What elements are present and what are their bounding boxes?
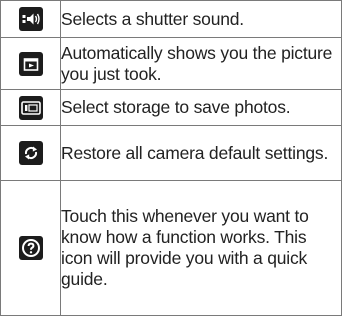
- settings-row-description: Automatically shows you the picture you …: [60, 37, 342, 90]
- settings-row-description: Select storage to save photos.: [60, 89, 342, 126]
- camera-settings-table: Selects a shutter sound. Automatically s…: [0, 0, 342, 316]
- shutter-sound-icon: [18, 7, 43, 31]
- reset-icon: [18, 141, 43, 165]
- settings-row-description: Touch this whenever you want to know how…: [60, 180, 342, 316]
- settings-row-storage: Select storage to save photos.: [0, 89, 342, 126]
- help-guide-icon: [18, 236, 43, 260]
- settings-row-shutter-sound: Selects a shutter sound.: [0, 0, 342, 38]
- auto-review-icon: [18, 51, 43, 76]
- settings-row-help-guide: Touch this whenever you want to know how…: [0, 180, 342, 316]
- storage-icon: [18, 95, 43, 120]
- settings-row-description: Selects a shutter sound.: [60, 0, 342, 38]
- settings-row-reset: Restore all camera default settings.: [0, 125, 342, 181]
- settings-row-auto-review: Automatically shows you the picture you …: [0, 37, 342, 90]
- settings-row-description: Restore all camera default settings.: [60, 125, 342, 181]
